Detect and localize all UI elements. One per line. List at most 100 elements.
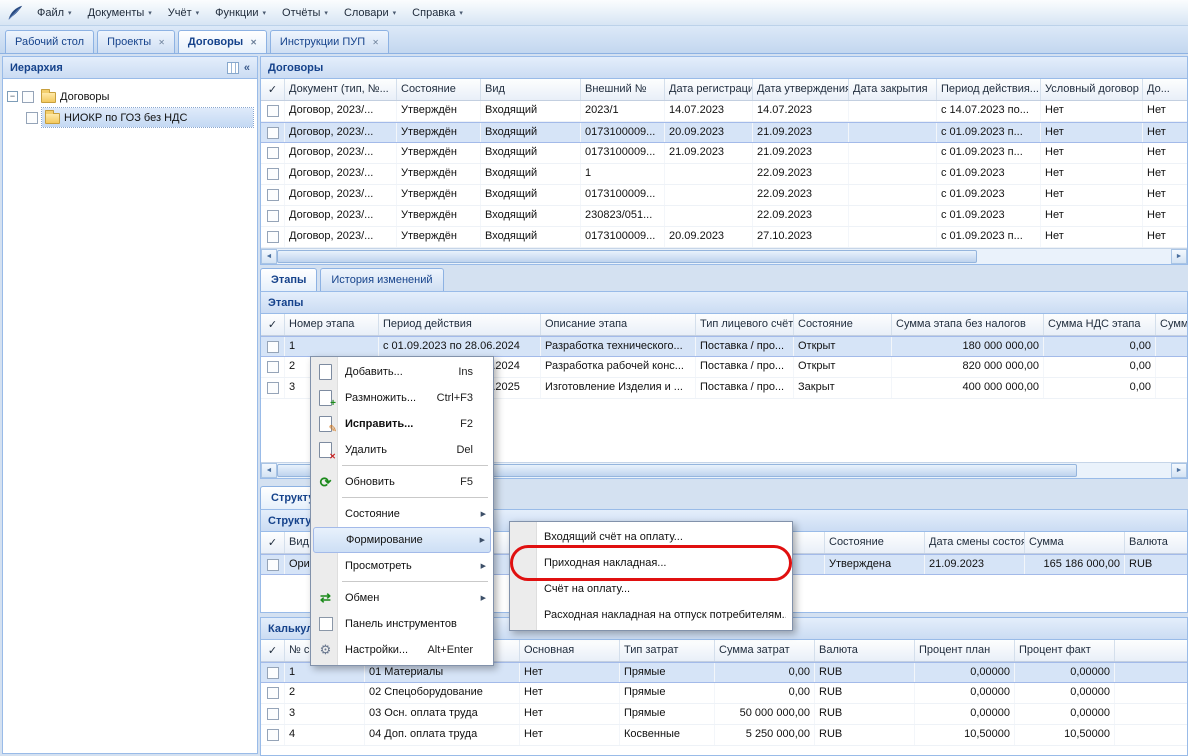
column-header[interactable]: Процент факт [1015,640,1115,661]
submenu-item[interactable]: Входящий счёт на оплату... [512,524,790,550]
column-header[interactable]: Описание этапа [541,314,696,335]
column-header[interactable]: Основная [520,640,620,661]
context-menu-item[interactable]: УдалитьDel [313,437,491,463]
row-checkbox[interactable] [267,708,279,720]
row-checkbox[interactable] [267,382,279,394]
tab[interactable]: Рабочий стол [5,30,94,53]
context-menu-item[interactable]: Формирование▶ [313,527,491,553]
column-header[interactable]: До... [1143,79,1187,100]
table-row[interactable]: Договор, 2023/...УтверждёнВходящий122.09… [261,164,1187,185]
column-header[interactable]: Тип затрат [620,640,715,661]
tree-node-root[interactable]: − Договоры [7,86,253,107]
column-header[interactable]: Период действия... [937,79,1041,100]
scroll-thumb[interactable] [277,250,977,263]
column-header[interactable]: Состояние [794,314,892,335]
column-header[interactable]: ✓ [261,314,285,335]
row-checkbox[interactable] [267,105,279,117]
column-header[interactable]: Валюта [815,640,915,661]
table-row[interactable]: Договор, 2023/...УтверждёнВходящий2023/1… [261,101,1187,122]
column-header[interactable]: Документ (тип, №... [285,79,397,100]
column-header[interactable]: Номер этапа [285,314,379,335]
column-header[interactable]: Сумма [1025,532,1125,553]
column-header[interactable]: ✓ [261,79,285,100]
row-checkbox[interactable] [267,559,279,571]
row-checkbox[interactable] [267,127,279,139]
column-header[interactable]: ✓ [261,640,285,661]
tab-close-icon[interactable]: ✕ [372,38,379,47]
node-checkbox[interactable] [22,91,34,103]
tab[interactable]: Проекты✕ [97,30,175,53]
context-menu-item[interactable]: Настройки...Alt+Enter [313,637,491,663]
menubar-item[interactable]: Документы▾ [81,3,159,23]
tab-close-icon[interactable]: ✕ [158,38,165,47]
menubar-item[interactable]: Справка▾ [405,3,470,23]
column-header[interactable]: Период действия [379,314,541,335]
columns-icon[interactable] [227,62,239,74]
menubar-item[interactable]: Словари▾ [337,3,403,23]
context-menu-item[interactable]: Размножить...Ctrl+F3 [313,385,491,411]
scroll-left-icon[interactable]: ◄ [261,463,277,478]
column-header[interactable]: Тип лицевого счёт [696,314,794,335]
table-row[interactable]: 1с 01.09.2023 по 28.06.2024Разработка те… [261,336,1187,357]
table-row[interactable]: 202 СпецоборудованиеНетПрямые0,00RUB0,00… [261,683,1187,704]
row-checkbox[interactable] [267,210,279,222]
column-header[interactable]: Дата регистрации... [665,79,753,100]
column-header[interactable]: Дата утверждения [753,79,849,100]
column-header[interactable]: Внешний № [581,79,665,100]
column-header[interactable]: Процент план [915,640,1015,661]
table-row[interactable]: 404 Доп. оплата трудаНетКосвенные5 250 0… [261,725,1187,746]
column-header[interactable] [1115,640,1187,661]
table-row[interactable]: Договор, 2023/...УтверждёнВходящий017310… [261,143,1187,164]
menubar-item[interactable]: Файл▾ [30,3,79,23]
scroll-right-icon[interactable]: ► [1171,463,1187,478]
tab-stage[interactable]: Этапы [260,268,317,291]
column-header[interactable]: Сумма этапа без налогов [892,314,1044,335]
table-row[interactable]: Договор, 2023/...УтверждёнВходящий017310… [261,227,1187,248]
column-header[interactable]: Сумма затрат [715,640,815,661]
context-menu-item[interactable]: Обмен▶ [313,585,491,611]
column-header[interactable]: Дата закрытия [849,79,937,100]
tab-stage[interactable]: История изменений [320,268,443,291]
table-row[interactable]: Договор, 2023/...УтверждёнВходящий017310… [261,122,1187,143]
submenu-item[interactable]: Счёт на оплату... [512,576,790,602]
row-checkbox[interactable] [267,687,279,699]
row-checkbox[interactable] [267,231,279,243]
column-header[interactable]: ✓ [261,532,285,553]
context-menu-item[interactable]: Исправить...F2 [313,411,491,437]
tree-node-child[interactable]: НИОКР по ГОЗ без НДС [7,107,253,128]
node-checkbox[interactable] [26,112,38,124]
row-checkbox[interactable] [267,667,279,679]
collapse-expander-icon[interactable]: − [7,91,18,102]
tab[interactable]: Инструкции ПУП✕ [270,30,389,53]
row-checkbox[interactable] [267,729,279,741]
menubar-item[interactable]: Функции▾ [208,3,273,23]
row-checkbox[interactable] [267,361,279,373]
row-checkbox[interactable] [267,168,279,180]
context-menu-item[interactable]: Просмотреть▶ [313,553,491,579]
row-checkbox[interactable] [267,341,279,353]
scroll-left-icon[interactable]: ◄ [261,249,277,264]
column-header[interactable]: Состояние [397,79,481,100]
column-header[interactable]: Дата смены состоя [925,532,1025,553]
submenu-item[interactable]: Приходная накладная... [512,550,790,576]
column-header[interactable]: Валюта [1125,532,1187,553]
row-checkbox[interactable] [267,147,279,159]
submenu-item[interactable]: Расходная накладная на отпуск потребител… [512,602,790,628]
row-checkbox[interactable] [267,189,279,201]
column-header[interactable]: Сумма эт... [1156,314,1187,335]
column-header[interactable]: Сумма НДС этапа [1044,314,1156,335]
table-row[interactable]: Договор, 2023/...УтверждёнВходящий017310… [261,185,1187,206]
scroll-right-icon[interactable]: ► [1171,249,1187,264]
column-header[interactable]: Условный договор [1041,79,1143,100]
tab-close-icon[interactable]: ✕ [250,38,257,47]
column-header[interactable]: Вид [481,79,581,100]
context-menu-item[interactable]: ОбновитьF5 [313,469,491,495]
menubar-item[interactable]: Отчёты▾ [275,3,335,23]
table-row[interactable]: Договор, 2023/...УтверждёнВходящий230823… [261,206,1187,227]
context-menu-item[interactable]: Состояние▶ [313,501,491,527]
context-menu-item[interactable]: Панель инструментов [313,611,491,637]
menubar-item[interactable]: Учёт▾ [161,3,206,23]
column-header[interactable]: Состояние [825,532,925,553]
horizontal-scrollbar[interactable]: ◄ ► [261,248,1187,264]
context-menu-item[interactable]: Добавить...Ins [313,359,491,385]
